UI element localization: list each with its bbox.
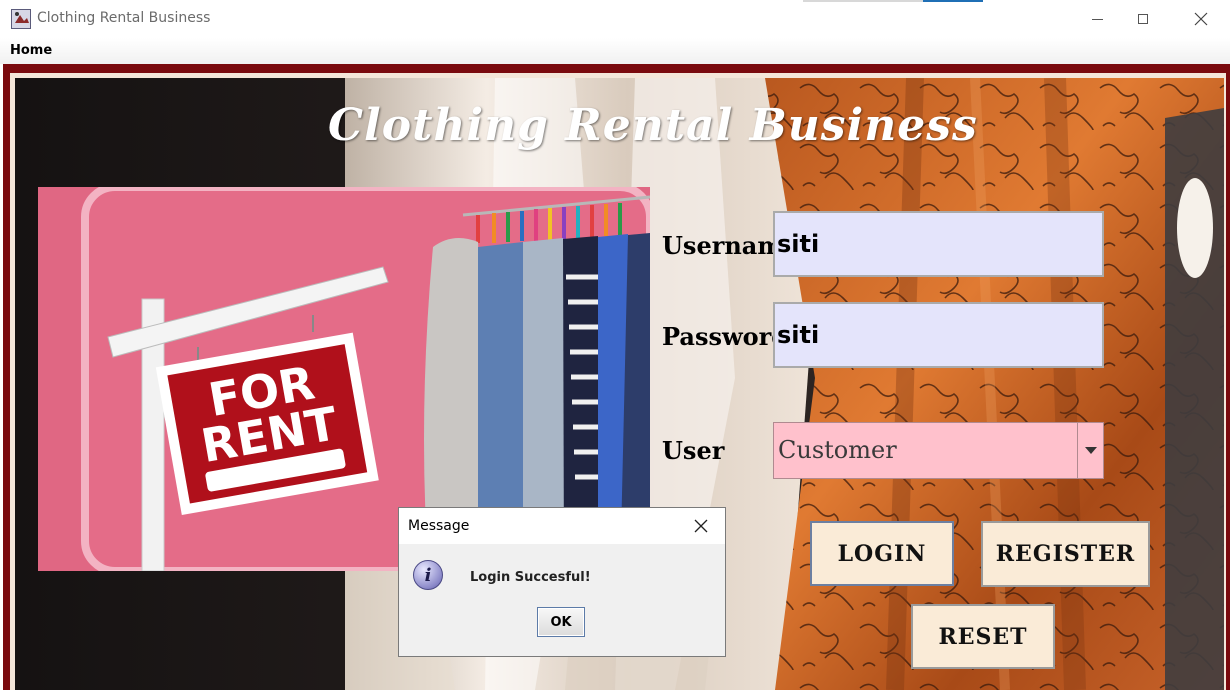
user-type-select[interactable]: Customer	[773, 422, 1104, 479]
app-heading: Clothing Rental Business	[328, 100, 978, 151]
window-titlebar[interactable]: Clothing Rental Business	[0, 0, 1230, 38]
reset-button[interactable]: RESET	[911, 604, 1055, 669]
maximize-button[interactable]	[1120, 0, 1166, 38]
login-button[interactable]: LOGIN	[810, 521, 954, 586]
close-button[interactable]	[1178, 0, 1224, 38]
user-type-selected: Customer	[778, 436, 897, 464]
window-title: Clothing Rental Business	[37, 10, 211, 26]
menu-bar: Home	[0, 38, 1230, 64]
titlebar-accent-strip	[923, 0, 983, 2]
register-button[interactable]: REGISTER	[981, 521, 1150, 587]
menu-home[interactable]: Home	[10, 43, 52, 58]
chevron-down-icon	[1084, 446, 1097, 454]
close-icon	[1194, 12, 1208, 26]
password-field[interactable]: siti	[773, 302, 1104, 368]
ok-button[interactable]: OK	[537, 607, 585, 637]
dialog-titlebar[interactable]: Message	[399, 508, 725, 544]
message-dialog[interactable]: Message i Login Succesful! OK	[398, 507, 726, 657]
dialog-title: Message	[408, 518, 470, 534]
user-type-label: User	[662, 436, 725, 465]
info-icon: i	[413, 560, 443, 590]
titlebar-accent-strip	[803, 0, 923, 2]
dialog-close-icon[interactable]	[693, 518, 709, 534]
minimize-icon	[1091, 18, 1103, 20]
dropdown-arrow-button[interactable]	[1077, 423, 1103, 478]
minimize-button[interactable]	[1074, 0, 1120, 38]
dialog-message: Login Succesful!	[470, 570, 591, 585]
password-label: Password	[662, 322, 789, 351]
maximize-icon	[1138, 14, 1148, 24]
java-app-icon[interactable]	[11, 9, 31, 29]
username-field[interactable]: siti	[773, 211, 1104, 277]
